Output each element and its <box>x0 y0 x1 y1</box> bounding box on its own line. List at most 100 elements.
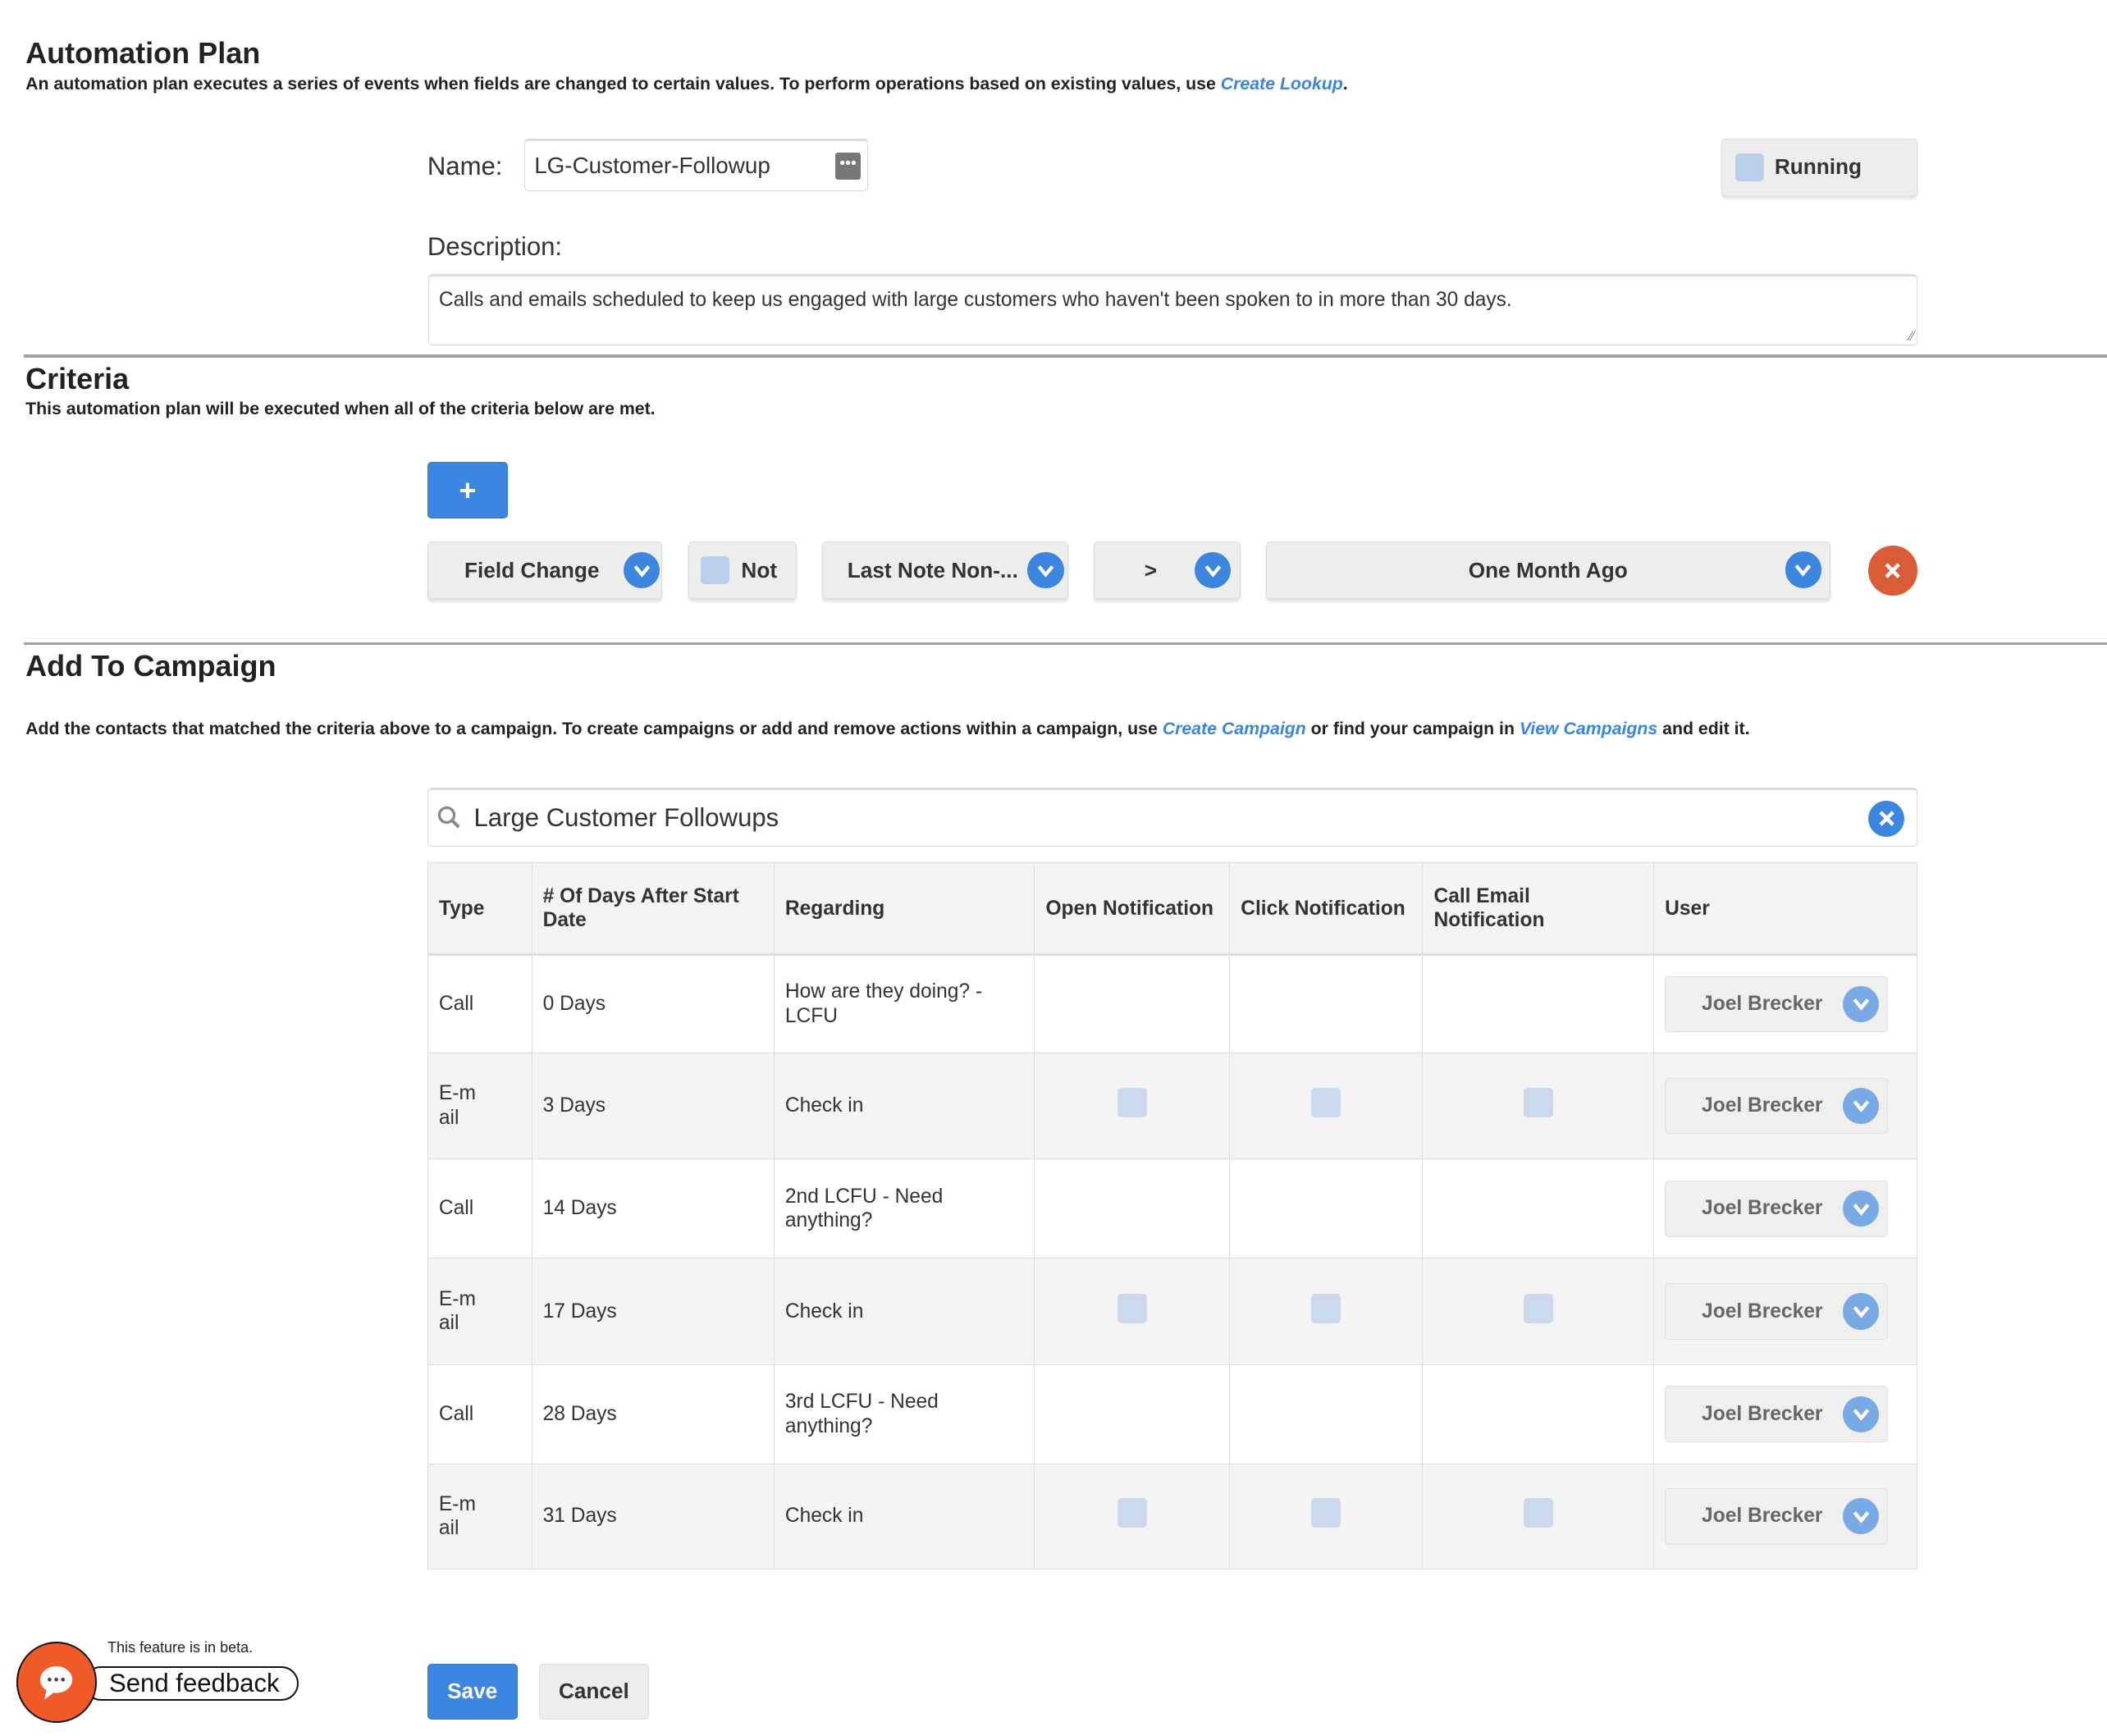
click-notification-cell <box>1229 954 1424 1053</box>
chevron-down-icon <box>1843 1293 1880 1330</box>
name-value: LG-Customer-Followup <box>534 153 770 179</box>
send-feedback-label: Send feedback <box>109 1669 280 1698</box>
feedback-avatar[interactable] <box>16 1642 97 1723</box>
not-checkbox[interactable] <box>701 556 729 585</box>
column-header: Regarding <box>773 862 1035 957</box>
notification-checkbox[interactable] <box>1311 1293 1341 1323</box>
send-feedback-button[interactable]: Send feedback <box>83 1665 299 1702</box>
close-icon <box>1879 811 1894 827</box>
description-textarea[interactable]: Calls and emails scheduled to keep us en… <box>428 274 1918 345</box>
type-value: Call <box>438 1403 474 1425</box>
more-icon[interactable]: ••• <box>835 153 862 180</box>
campaign-search-value: Large Customer Followups <box>473 803 779 833</box>
view-campaigns-link[interactable]: View Campaigns <box>1520 719 1657 738</box>
type-cell: Call <box>427 954 532 1053</box>
open-notification-cell <box>1034 1158 1231 1259</box>
call-email-notification-cell <box>1422 1463 1655 1569</box>
notification-checkbox[interactable] <box>1311 1498 1341 1528</box>
regarding-cell: 3rd LCFU - Need anything? <box>773 1364 1035 1464</box>
chevron-down-icon <box>1843 1498 1880 1535</box>
user-dropdown[interactable]: Joel Brecker <box>1665 1283 1889 1340</box>
user-cell: Joel Brecker <box>1653 1158 1918 1259</box>
remove-criteria-button[interactable] <box>1867 545 1918 596</box>
text: and edit it. <box>1657 719 1750 739</box>
search-icon <box>438 806 460 829</box>
table-row: Call 0 Days How are they doing? - LCFU Joel… <box>427 954 1918 1053</box>
add-criteria-button[interactable]: + <box>427 462 509 519</box>
chevron-down-icon <box>1194 552 1232 589</box>
campaign-search-input[interactable]: Large Customer Followups <box>427 787 1918 847</box>
type-cell: E-mail <box>427 1463 532 1569</box>
type-cell: E-mail <box>427 1052 532 1160</box>
page-title: Automation Plan <box>25 36 261 71</box>
campaign-actions-table: Type # Of Days After Start Date Regarding O… <box>427 862 1918 1569</box>
call-email-notification-cell <box>1422 1158 1655 1259</box>
running-checkbox[interactable] <box>1735 153 1764 182</box>
chevron-down-icon <box>1843 985 1880 1023</box>
user-value: Joel Brecker <box>1702 993 1823 1016</box>
table-row: E-mail 17 Days Check in Joel Brecker <box>427 1258 1918 1365</box>
resize-handle-icon[interactable]: ⁄⁄ <box>1909 329 1913 345</box>
click-notification-cell <box>1229 1258 1424 1365</box>
notification-checkbox[interactable] <box>1523 1088 1553 1118</box>
user-dropdown[interactable]: Joel Brecker <box>1665 1487 1889 1545</box>
open-notification-cell <box>1034 1463 1231 1569</box>
user-dropdown[interactable]: Joel Brecker <box>1665 1077 1889 1135</box>
criteria-operator-dropdown[interactable]: > <box>1094 541 1241 600</box>
type-cell: Call <box>427 1158 532 1259</box>
table-row: E-mail 31 Days Check in Joel Brecker <box>427 1463 1918 1569</box>
description-suffix: . <box>1342 74 1348 94</box>
days-cell: 3 Days <box>531 1052 775 1160</box>
notification-checkbox[interactable] <box>1117 1293 1147 1323</box>
notification-checkbox[interactable] <box>1117 1088 1147 1118</box>
criteria-type-dropdown[interactable]: Field Change <box>427 541 663 600</box>
criteria-value-dropdown[interactable]: One Month Ago <box>1265 541 1830 600</box>
column-header: Call Email Notification <box>1422 862 1655 957</box>
notification-checkbox[interactable] <box>1523 1293 1553 1323</box>
regarding-cell: 2nd LCFU - Need anything? <box>773 1158 1035 1259</box>
user-value: Joel Brecker <box>1702 1403 1823 1425</box>
create-campaign-link[interactable]: Create Campaign <box>1163 719 1306 738</box>
user-cell: Joel Brecker <box>1653 1258 1918 1365</box>
beta-notice: This feature is in beta. <box>107 1639 254 1656</box>
table-row: Call 28 Days 3rd LCFU - Need anything? Joel… <box>427 1364 1918 1464</box>
campaign-description: Add the contacts that matched the criter… <box>25 719 1749 739</box>
chevron-down-icon <box>1027 552 1064 589</box>
create-lookup-link[interactable]: Create Lookup <box>1221 74 1343 94</box>
name-label: Name: <box>427 152 503 181</box>
column-header: Open Notification <box>1034 862 1231 957</box>
regarding-cell: Check in <box>773 1052 1035 1160</box>
notification-checkbox[interactable] <box>1523 1498 1553 1528</box>
criteria-type-value: Field Change <box>464 557 600 582</box>
days-cell: 28 Days <box>531 1364 775 1464</box>
name-input[interactable]: LG-Customer-Followup ••• <box>523 138 868 191</box>
click-notification-cell <box>1229 1463 1424 1569</box>
chevron-down-icon <box>1843 1087 1880 1125</box>
user-value: Joel Brecker <box>1702 1197 1823 1220</box>
clear-search-button[interactable] <box>1868 800 1905 838</box>
save-button[interactable]: Save <box>427 1663 518 1720</box>
not-toggle[interactable]: Not <box>688 541 798 600</box>
open-notification-cell <box>1034 1052 1231 1160</box>
notification-checkbox[interactable] <box>1117 1498 1147 1528</box>
call-email-notification-cell <box>1422 1258 1655 1365</box>
call-email-notification-cell <box>1422 954 1655 1053</box>
divider <box>24 354 2107 358</box>
click-notification-cell <box>1229 1364 1424 1464</box>
user-dropdown[interactable]: Joel Brecker <box>1665 1386 1889 1443</box>
user-dropdown[interactable]: Joel Brecker <box>1665 975 1889 1033</box>
table-row: E-mail 3 Days Check in Joel Brecker <box>427 1052 1918 1160</box>
user-dropdown[interactable]: Joel Brecker <box>1665 1180 1889 1237</box>
table-row: Call 14 Days 2nd LCFU - Need anything? Joel… <box>427 1158 1918 1259</box>
running-toggle[interactable]: Running <box>1721 138 1918 197</box>
column-header: # Of Days After Start Date <box>531 862 775 957</box>
cancel-button[interactable]: Cancel <box>538 1663 650 1720</box>
click-notification-cell <box>1229 1052 1424 1160</box>
notification-checkbox[interactable] <box>1311 1088 1341 1118</box>
criteria-operator-value: > <box>1144 557 1158 582</box>
regarding-cell: Check in <box>773 1463 1035 1569</box>
chevron-down-icon <box>1843 1190 1880 1227</box>
description-label: Description: <box>427 232 563 262</box>
criteria-field-dropdown[interactable]: Last Note Non-... <box>822 541 1069 600</box>
user-cell: Joel Brecker <box>1653 1463 1918 1569</box>
